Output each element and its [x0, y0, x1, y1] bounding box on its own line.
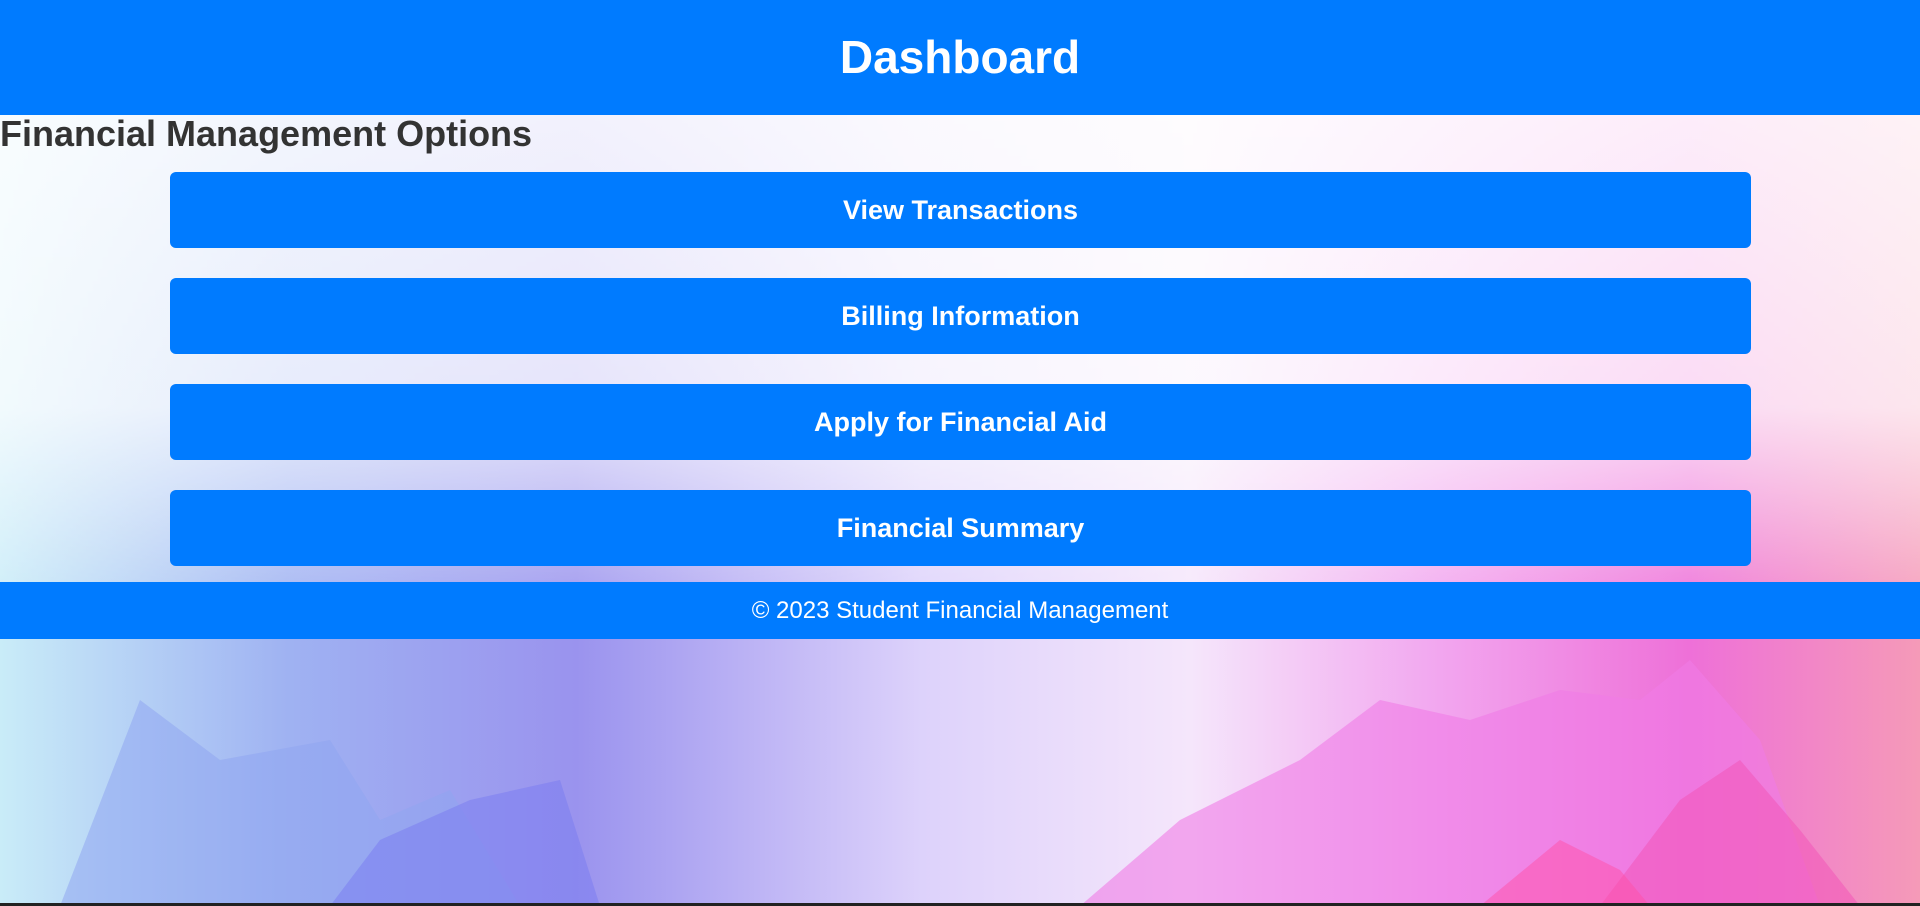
billing-information-button[interactable]: Billing Information	[170, 278, 1751, 354]
page-title: Dashboard	[839, 30, 1081, 83]
financial-summary-button[interactable]: Financial Summary	[170, 490, 1751, 566]
section-title: Financial Management Options	[0, 113, 533, 154]
apply-financial-aid-button[interactable]: Apply for Financial Aid	[170, 384, 1751, 460]
dashboard-header: Dashboard	[0, 0, 1920, 115]
footer-copyright: © 2023 Student Financial Management	[751, 596, 1169, 624]
page-footer: © 2023 Student Financial Management	[0, 582, 1920, 639]
options-list: View Transactions Billing Information Ap…	[170, 172, 1751, 596]
view-transactions-button[interactable]: View Transactions	[170, 172, 1751, 248]
